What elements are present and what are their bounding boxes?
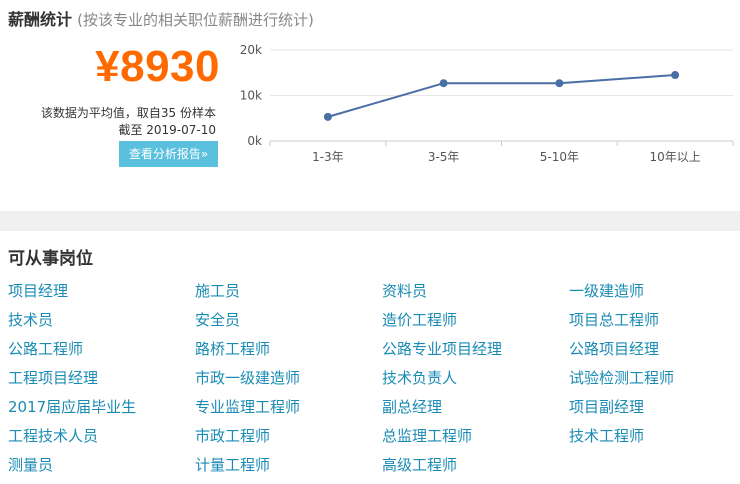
job-link[interactable]: 技术工程师 xyxy=(569,423,740,452)
x-tick-label: 1-3年 xyxy=(312,150,344,164)
job-link[interactable]: 造价工程师 xyxy=(382,307,569,336)
view-report-button[interactable]: 查看分析报告» xyxy=(119,141,218,167)
job-link[interactable]: 资料员 xyxy=(382,278,569,307)
data-point xyxy=(323,112,332,121)
job-link[interactable]: 公路专业项目经理 xyxy=(382,336,569,365)
data-point xyxy=(439,79,448,88)
y-tick-label: 10k xyxy=(240,89,262,103)
jobs-title: 可从事岗位 xyxy=(8,249,93,269)
job-link[interactable]: 施工员 xyxy=(195,278,382,307)
y-tick-label: 20k xyxy=(240,43,262,57)
data-point xyxy=(671,71,680,80)
job-link[interactable]: 工程项目经理 xyxy=(8,365,195,394)
jobs-list: 项目经理 施工员 资料员 一级建造师技术员 安全员 造价工程师 项目总工程师公路工程师 路桥工… xyxy=(8,278,740,481)
job-link[interactable]: 总监理工程师 xyxy=(382,423,569,452)
job-link[interactable]: 项目总工程师 xyxy=(569,307,740,336)
job-link[interactable]: 安全员 xyxy=(195,307,382,336)
job-link[interactable]: 副总经理 xyxy=(382,394,569,423)
job-link[interactable]: 2017届应届毕业生 xyxy=(8,394,195,423)
salary-title: 薪酬统计 xyxy=(8,10,73,29)
salary-section-header: 薪酬统计 (按该专业的相关职位薪酬进行统计) xyxy=(8,6,314,30)
job-link[interactable]: 一级建造师 xyxy=(569,278,740,307)
salary-subtitle: (按该专业的相关职位薪酬进行统计) xyxy=(77,11,314,29)
job-link[interactable]: 技术员 xyxy=(8,307,195,336)
job-link[interactable]: 路桥工程师 xyxy=(195,336,382,365)
job-link[interactable]: 专业监理工程师 xyxy=(195,394,382,423)
job-link[interactable]: 项目经理 xyxy=(8,278,195,307)
x-tick-label: 3-5年 xyxy=(428,150,460,164)
job-link[interactable]: 市政工程师 xyxy=(195,423,382,452)
salary-chart: 0k 10k 20k 1-3年 3-5年 5-10年 10年以上 xyxy=(228,36,740,176)
job-link[interactable]: 项目副经理 xyxy=(569,394,740,423)
job-link[interactable]: 测量员 xyxy=(8,452,195,481)
job-link[interactable]: 公路工程师 xyxy=(8,336,195,365)
salary-line-chart: 0k 10k 20k 1-3年 3-5年 5-10年 10年以上 xyxy=(240,43,734,164)
data-point xyxy=(555,79,564,88)
x-tick-label: 5-10年 xyxy=(540,150,579,164)
section-divider xyxy=(0,211,740,231)
job-link[interactable]: 高级工程师 xyxy=(382,452,569,481)
y-tick-label: 0k xyxy=(247,134,262,148)
job-link[interactable]: 工程技术人员 xyxy=(8,423,195,452)
average-salary: ¥8930 xyxy=(95,42,220,91)
sample-note: 该数据为平均值，取自35 份样本 xyxy=(40,106,216,120)
job-link[interactable]: 计量工程师 xyxy=(195,452,382,481)
date-note: 截至 2019-07-10 xyxy=(118,123,216,137)
x-tick-label: 10年以上 xyxy=(649,150,700,164)
job-link[interactable]: 市政一级建造师 xyxy=(195,365,382,394)
job-link[interactable]: 公路项目经理 xyxy=(569,336,740,365)
job-link[interactable]: 技术负责人 xyxy=(382,365,569,394)
job-link[interactable]: 试验检测工程师 xyxy=(569,365,740,394)
